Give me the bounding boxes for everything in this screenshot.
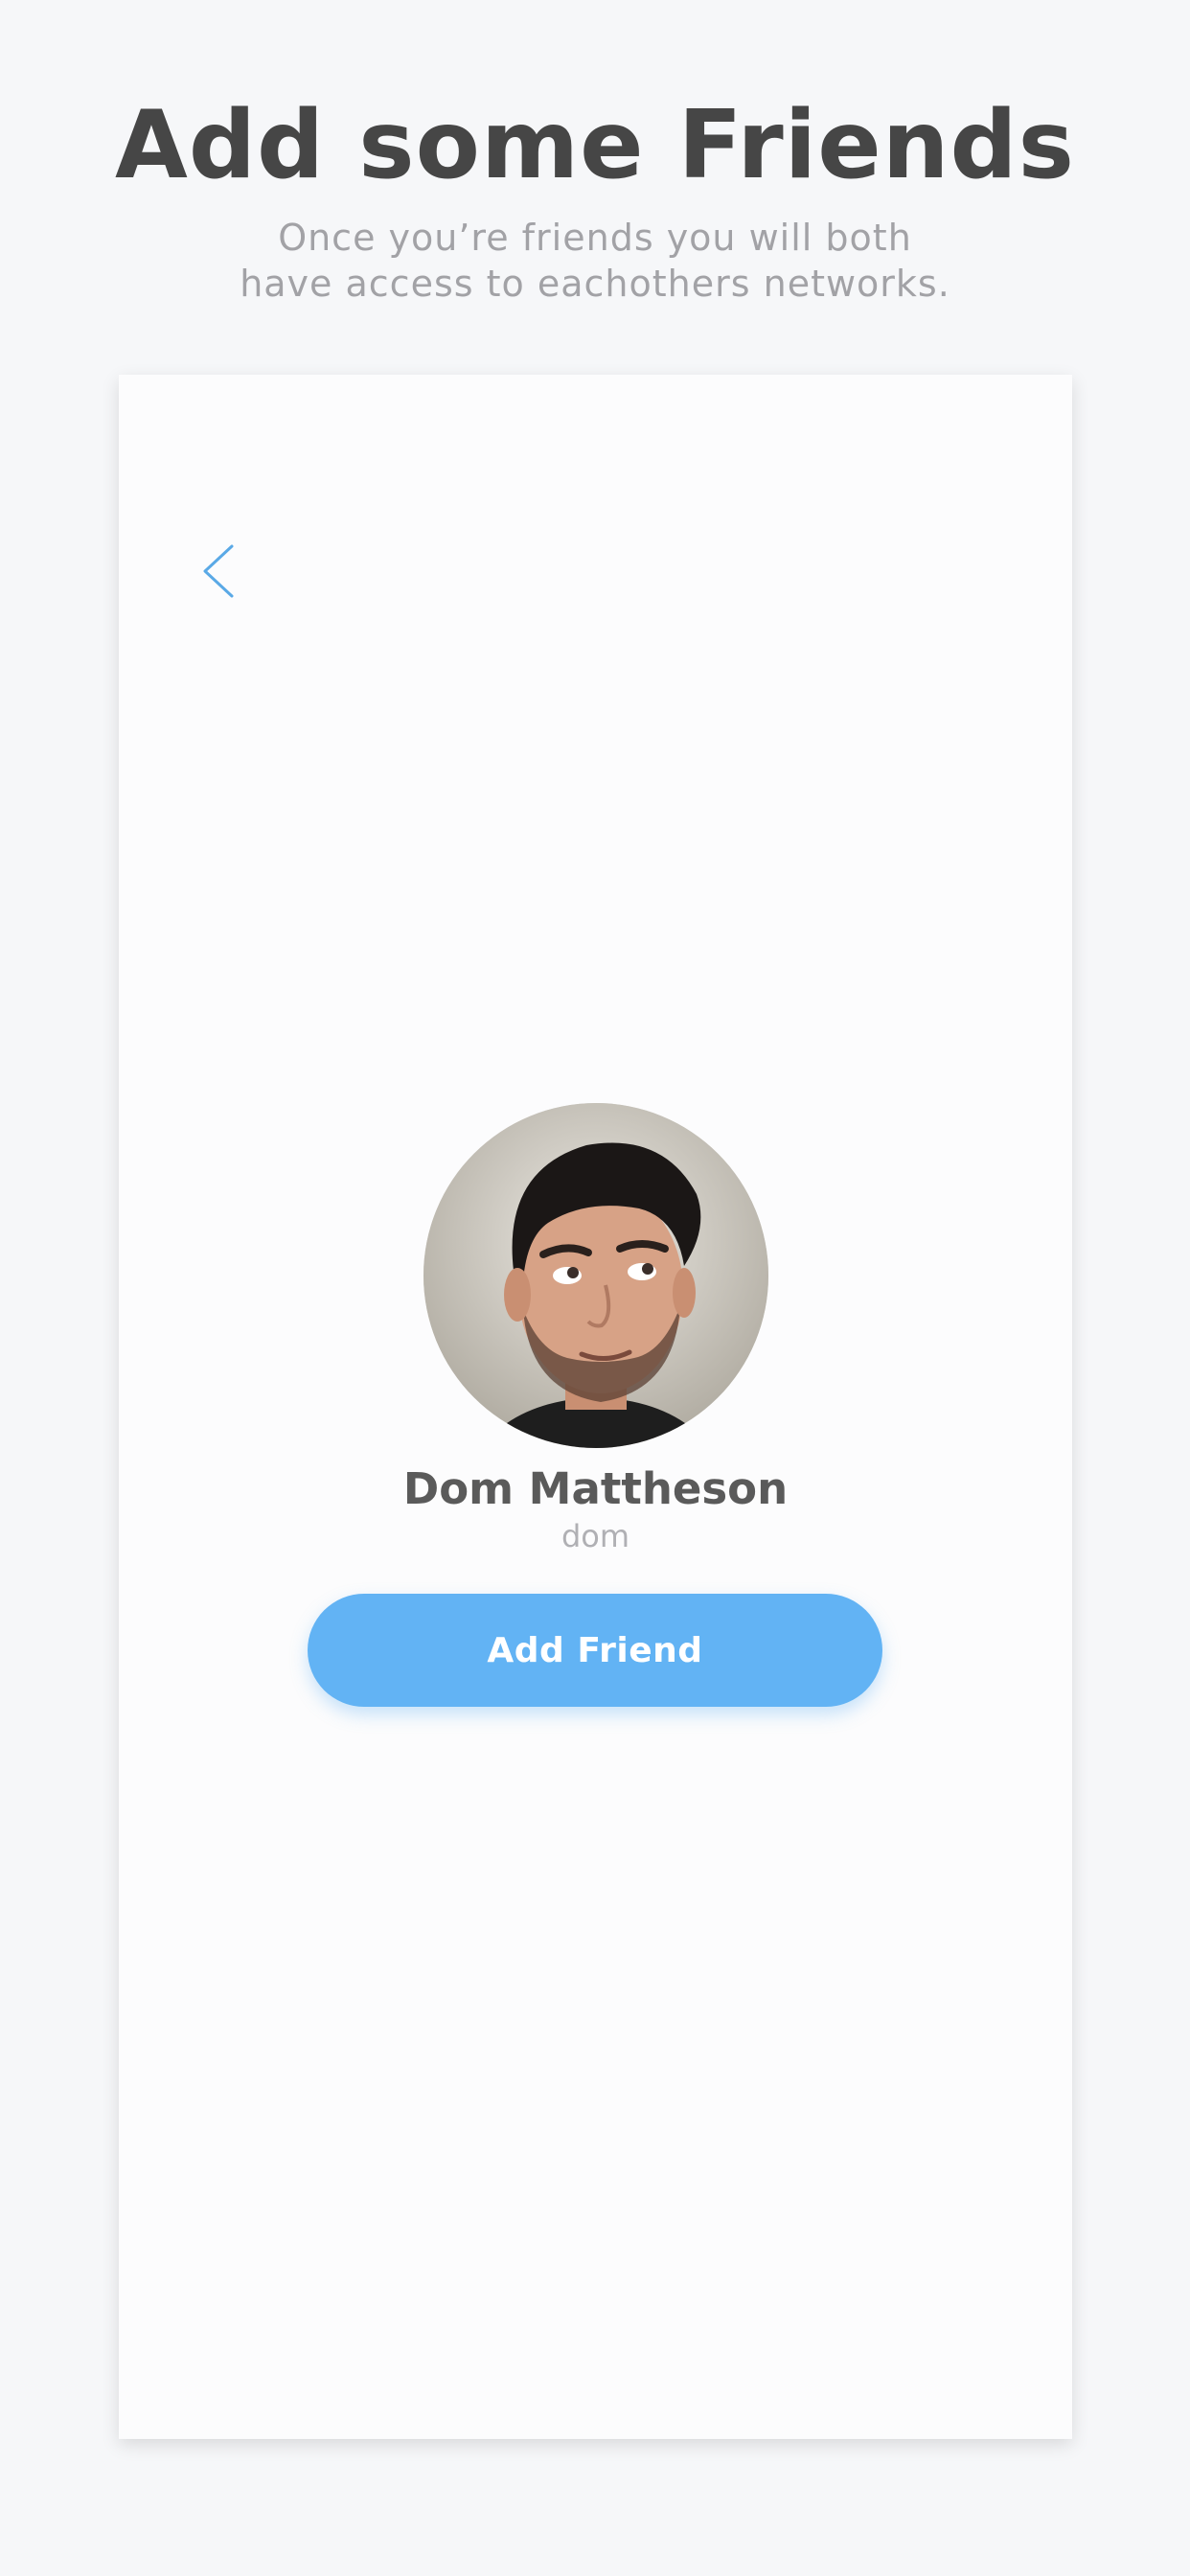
promo-subtitle-line-1: Once you’re friends you will both xyxy=(278,217,912,259)
add-friend-button[interactable]: Add Friend xyxy=(308,1594,882,1707)
promo-subtitle: Once you’re friends you will both have a… xyxy=(0,215,1190,307)
promo-subtitle-line-2: have access to eachothers networks. xyxy=(240,263,950,305)
add-friend-label: Add Friend xyxy=(487,1630,703,1670)
promo-title: Add some Friends xyxy=(115,91,1075,200)
profile-username: dom xyxy=(561,1518,630,1554)
avatar xyxy=(423,1103,768,1448)
profile-name: Dom Mattheson xyxy=(402,1463,789,1514)
phone-screen: Dom Mattheson dom Add Friend xyxy=(119,375,1072,2439)
back-button[interactable] xyxy=(195,542,253,600)
profile-photo xyxy=(423,1103,768,1448)
chevron-left-icon xyxy=(203,544,234,598)
